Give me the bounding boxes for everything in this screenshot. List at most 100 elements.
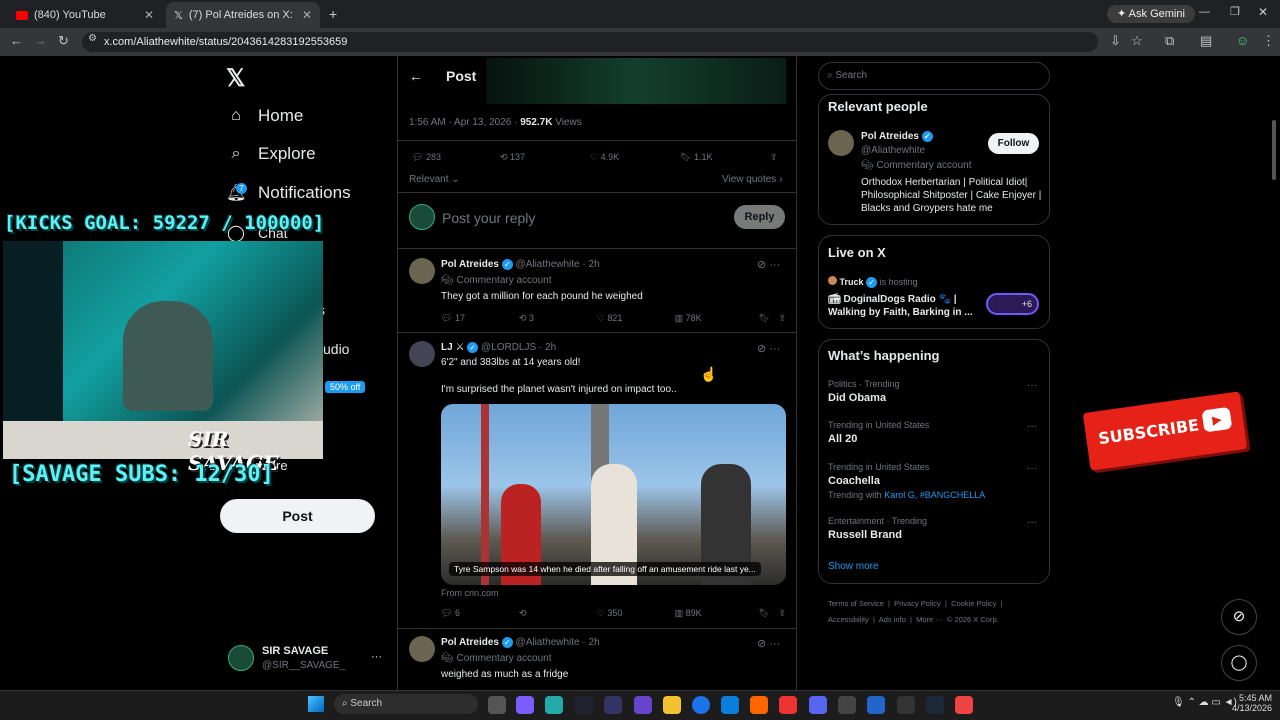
share-icon[interactable]: ⇪ <box>778 608 786 619</box>
windows-start-icon[interactable] <box>308 696 324 712</box>
app-icon[interactable] <box>897 696 915 714</box>
reply-button[interactable]: Reply <box>734 205 785 229</box>
avatar[interactable] <box>409 258 435 284</box>
show-more-link[interactable]: Show more <box>828 561 879 572</box>
reply-action[interactable]: 💬︎ 6 <box>441 608 519 619</box>
app-icon[interactable] <box>867 696 885 714</box>
window-close-button[interactable]: ✕ <box>1258 5 1268 19</box>
person-name[interactable]: Pol Atreides ✓ <box>861 131 933 142</box>
trend-name[interactable]: All 20 <box>828 433 857 445</box>
back-arrow-icon[interactable]: ← <box>409 68 423 84</box>
app-icon[interactable] <box>955 696 973 714</box>
tab-youtube[interactable]: (840) YouTube ✕ <box>8 2 162 28</box>
repost-action[interactable]: ⟲ 137 <box>500 152 590 163</box>
reading-list-icon[interactable]: ▤ <box>1200 33 1212 49</box>
trend-name[interactable]: Did Obama <box>828 392 886 404</box>
profile-icon[interactable]: ☺ <box>1236 33 1249 48</box>
install-icon[interactable]: ⇩ <box>1110 33 1121 49</box>
trend-more-icon[interactable]: ··· <box>1027 517 1037 528</box>
copilot-icon[interactable] <box>516 696 534 714</box>
account-menu-icon[interactable]: ··· <box>371 651 382 663</box>
sort-dropdown[interactable]: Relevant ⌄ <box>409 174 460 185</box>
footer-links[interactable]: Accessibility | Ads info | More ··· © 20… <box>828 615 999 624</box>
address-bar[interactable]: x.com/Aliathewhite/status/20436142831925… <box>82 32 1098 52</box>
avatar[interactable] <box>409 341 435 367</box>
trend-more-icon[interactable]: ··· <box>1027 380 1037 391</box>
nav-home[interactable]: ⌂ Home <box>226 101 303 131</box>
trend-with-links[interactable]: Karol G, #BANGCHELLA <box>884 490 985 500</box>
steam-icon[interactable] <box>926 696 944 714</box>
share-icon[interactable]: ⇪ <box>770 152 778 163</box>
bookmark-action[interactable]: 🔖︎ 1.1K <box>680 152 770 163</box>
close-icon[interactable]: ✕ <box>302 8 312 22</box>
reply-action[interactable]: 💬︎ 283 <box>412 152 500 163</box>
ask-gemini-button[interactable]: ✦ Ask Gemini <box>1107 5 1195 23</box>
site-info-icon[interactable]: ⚙ <box>88 33 97 44</box>
system-tray-icons[interactable]: 🎙︎ ⌃ ☁ ▭ ◄) <box>1172 697 1237 708</box>
avatar[interactable] <box>828 130 854 156</box>
like-action[interactable]: ♡ 4.9K <box>590 152 680 163</box>
like-action[interactable]: ♡ 821 <box>597 313 675 324</box>
view-quotes-link[interactable]: View quotes › <box>722 174 782 185</box>
reload-icon[interactable]: ↻ <box>58 33 69 49</box>
footer-links[interactable]: Terms of Service | Privacy Policy | Cook… <box>828 599 1003 608</box>
like-action[interactable]: ♡ 350 <box>597 608 675 619</box>
capcut-icon[interactable] <box>838 696 856 714</box>
post-button[interactable]: Post <box>220 499 375 533</box>
trend-more-icon[interactable]: ··· <box>1027 463 1037 474</box>
chrome-icon[interactable] <box>692 696 710 714</box>
messages-icon[interactable]: ◯ <box>1221 645 1257 681</box>
nav-notifications[interactable]: 🔔︎ Notifications <box>226 178 351 208</box>
live-listeners[interactable]: +6 <box>986 293 1039 315</box>
scrollbar[interactable] <box>1272 120 1276 180</box>
menu-dots-icon[interactable]: ⋮ <box>1262 33 1275 49</box>
app-icon[interactable] <box>634 696 652 714</box>
taskbar-search[interactable]: ⌕ Search <box>334 694 478 714</box>
back-arrow-icon[interactable]: ← <box>10 33 23 48</box>
nav-explore[interactable]: ⌕ Explore <box>226 139 316 169</box>
host-name[interactable]: Truck <box>840 277 864 287</box>
author-name[interactable]: LJ <box>441 342 453 353</box>
app-icon[interactable] <box>750 696 768 714</box>
repost-action[interactable]: ⟲ 3 <box>519 313 597 324</box>
nav-partial-label[interactable]: udio <box>323 341 349 357</box>
bookmark-icon[interactable]: 🔖︎ <box>758 608 778 619</box>
extensions-icon[interactable]: ⧉ <box>1165 33 1174 49</box>
grok-icon[interactable]: ⊘ <box>1221 599 1257 635</box>
search-input[interactable]: ⌕ Search <box>818 62 1050 90</box>
link-card-image[interactable]: Tyre Sampson was 14 when he died after f… <box>441 404 786 585</box>
x-logo-icon[interactable]: 𝕏 <box>226 64 245 93</box>
grok-icon[interactable]: ⊘ ··· <box>757 637 780 650</box>
grok-icon[interactable]: ⊘ ··· <box>757 258 780 271</box>
clock[interactable]: 5:45 AM 4/13/2026 <box>1232 693 1272 713</box>
avatar[interactable] <box>409 636 435 662</box>
trend-more-icon[interactable]: ··· <box>1027 421 1037 432</box>
reply-input[interactable]: Post your reply <box>442 210 535 226</box>
app-icon[interactable] <box>545 696 563 714</box>
repost-action[interactable]: ⟲ <box>519 608 597 619</box>
views-action[interactable]: ▥ 89K <box>675 608 759 619</box>
tab-x-post[interactable]: 𝕏 (7) Pol Atreides on X: "Thinking ✕ <box>166 2 320 28</box>
new-tab-button[interactable]: + <box>329 6 337 22</box>
trend-name[interactable]: Russell Brand <box>828 529 902 541</box>
reply-action[interactable]: 💬︎ 17 <box>441 313 519 324</box>
link-source[interactable]: From cnn.com <box>441 588 499 598</box>
forward-arrow-icon[interactable]: → <box>34 33 47 48</box>
task-view-icon[interactable] <box>488 696 506 714</box>
app-icon[interactable] <box>604 696 622 714</box>
restore-button[interactable]: ❐ <box>1230 5 1240 18</box>
app-icon[interactable] <box>721 696 739 714</box>
file-explorer-icon[interactable] <box>663 696 681 714</box>
share-icon[interactable]: ⇪ <box>778 313 786 324</box>
views-action[interactable]: ▥ 78K <box>675 313 759 324</box>
bookmark-icon[interactable]: 🔖︎ <box>758 313 778 324</box>
app-icon[interactable] <box>779 696 797 714</box>
grok-icon[interactable]: ⊘ ··· <box>757 342 780 355</box>
trend-name[interactable]: Coachella <box>828 475 880 487</box>
follow-button[interactable]: Follow <box>988 133 1039 154</box>
avatar[interactable] <box>228 645 254 671</box>
app-icon[interactable] <box>575 696 593 714</box>
author-name[interactable]: Pol Atreides <box>441 259 499 270</box>
star-icon[interactable]: ☆ <box>1131 33 1143 49</box>
live-space-title[interactable]: 📻︎ DoginalDogs Radio 🐾 | Walking by Fait… <box>828 293 978 319</box>
